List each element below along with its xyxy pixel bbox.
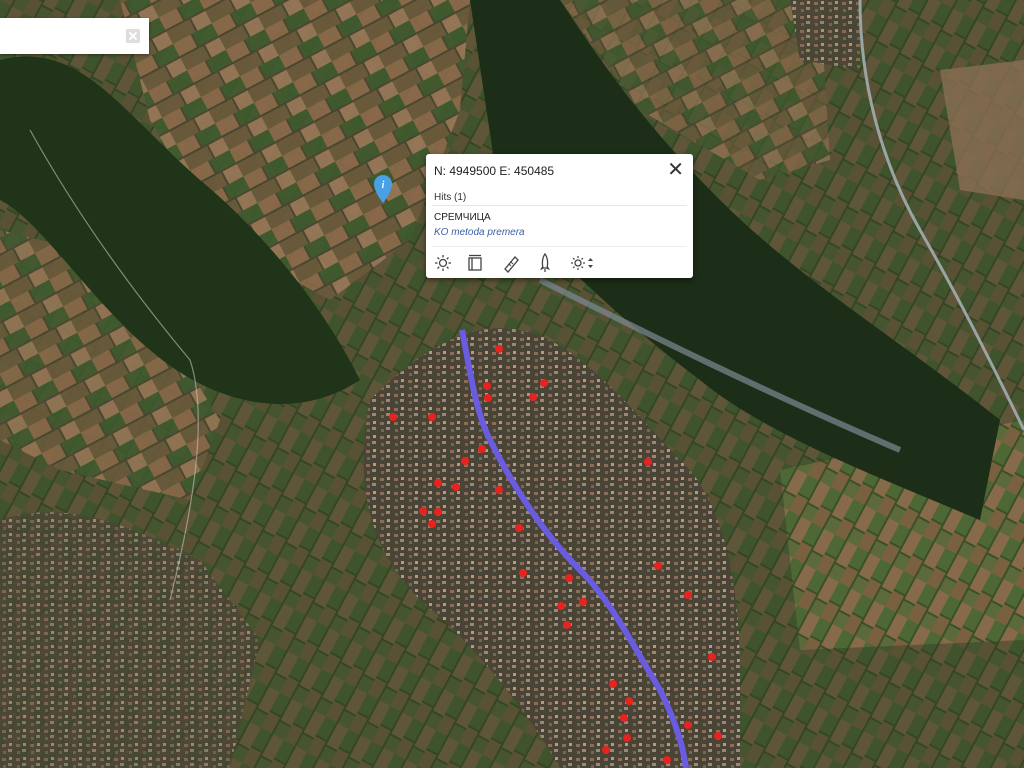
marker[interactable]	[620, 714, 628, 722]
marker[interactable]	[644, 458, 652, 466]
marker[interactable]	[434, 479, 442, 487]
marker[interactable]	[579, 598, 587, 606]
brightness-icon[interactable]	[432, 252, 454, 274]
rocket-icon[interactable]	[534, 252, 556, 274]
marker[interactable]	[563, 621, 571, 629]
marker[interactable]	[565, 574, 573, 582]
brightness-dropdown-icon[interactable]	[568, 252, 596, 274]
marker[interactable]	[557, 602, 565, 610]
marker[interactable]	[602, 746, 610, 754]
marker[interactable]	[428, 413, 436, 421]
divider	[432, 246, 687, 247]
marker[interactable]	[529, 393, 537, 401]
search-box	[0, 18, 149, 54]
marker[interactable]	[452, 483, 460, 491]
marker[interactable]	[478, 445, 486, 453]
clear-icon[interactable]	[126, 29, 140, 43]
marker[interactable]	[708, 653, 716, 661]
marker[interactable]	[495, 486, 503, 494]
ruler-icon[interactable]	[500, 252, 522, 274]
marker[interactable]	[684, 591, 692, 599]
marker[interactable]	[484, 394, 492, 402]
marker[interactable]	[461, 457, 469, 465]
info-popup: N: 4949500 E: 450485 ✕ Hits (1) СРЕМЧИЦА…	[426, 154, 693, 278]
marker[interactable]	[714, 732, 722, 740]
marker[interactable]	[684, 721, 692, 729]
marker[interactable]	[540, 379, 548, 387]
marker[interactable]	[609, 680, 617, 688]
marker[interactable]	[519, 569, 527, 577]
marker[interactable]	[483, 382, 491, 390]
layers-toggle-icon[interactable]	[464, 252, 486, 274]
marker[interactable]	[428, 520, 436, 528]
marker[interactable]	[623, 734, 631, 742]
satellite-map[interactable]: i	[0, 0, 1024, 768]
marker[interactable]	[625, 697, 633, 705]
marker[interactable]	[389, 413, 397, 421]
svg-text:i: i	[382, 180, 385, 191]
close-icon[interactable]: ✕	[667, 160, 684, 180]
marker[interactable]	[434, 508, 442, 516]
marker[interactable]	[654, 562, 662, 570]
popup-coordinates: N: 4949500 E: 450485	[434, 164, 555, 178]
marker[interactable]	[515, 524, 523, 532]
search-input[interactable]	[0, 18, 126, 52]
popup-method-link[interactable]: KO metoda premera	[434, 227, 525, 238]
divider	[432, 205, 687, 206]
marker[interactable]	[663, 756, 671, 764]
marker[interactable]	[495, 345, 503, 353]
marker[interactable]	[419, 507, 427, 515]
popup-hits: Hits (1)	[434, 192, 467, 203]
popup-place-name: СРЕМЧИЦА	[434, 212, 491, 223]
